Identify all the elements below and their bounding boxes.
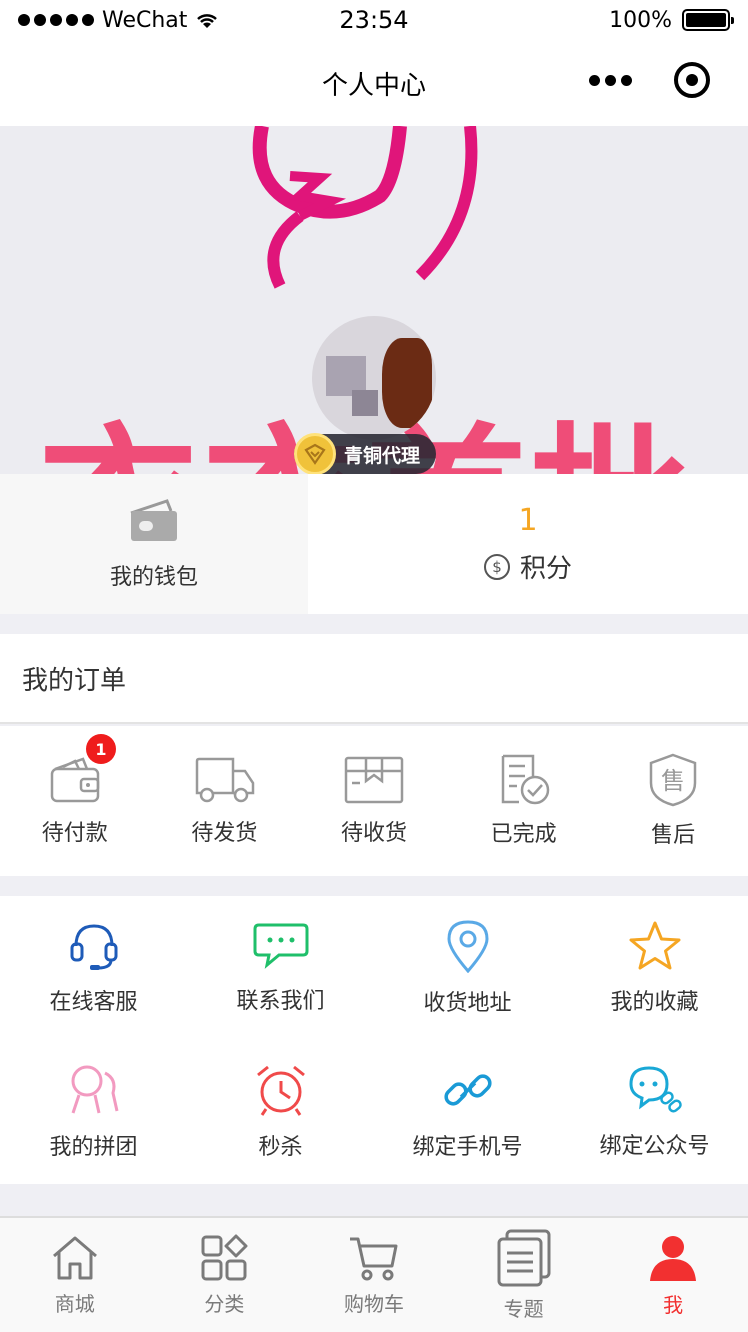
- category-icon: [201, 1234, 248, 1280]
- order-label: 售后: [651, 823, 696, 848]
- service-contact-us[interactable]: 联系我们: [187, 896, 374, 1040]
- order-pending-payment[interactable]: 待付款 1: [0, 726, 150, 876]
- group-icon: [71, 1065, 118, 1114]
- tab-label: 我: [663, 1292, 684, 1317]
- service-online-support[interactable]: 在线客服: [0, 896, 187, 1040]
- service-my-favorites[interactable]: 我的收藏: [561, 896, 748, 1040]
- profile-banner: 衣衣首批 青铜代理: [0, 126, 748, 474]
- service-label: 我的收藏: [610, 990, 699, 1015]
- service-label: 我的拼团: [49, 1135, 138, 1160]
- my-orders-header[interactable]: 我的订单: [0, 634, 748, 724]
- order-after-sales[interactable]: 售 售后: [598, 726, 748, 876]
- points-value: 1: [518, 503, 538, 538]
- points-button[interactable]: 1 $ 积分: [308, 474, 748, 614]
- service-label: 联系我们: [236, 989, 325, 1014]
- close-miniprogram-icon[interactable]: [674, 62, 710, 98]
- page-title: 个人中心: [321, 70, 426, 101]
- order-label: 待收货: [340, 821, 407, 846]
- service-label: 绑定公众号: [599, 1134, 710, 1159]
- service-shipping-address[interactable]: 收货地址: [374, 896, 561, 1040]
- member-level-badge: 青铜代理: [294, 432, 437, 474]
- services-grid: 在线客服 联系我们 收货地址 我的收藏 我的拼团 秒杀 绑定手机号 绑定公众号: [0, 896, 748, 1184]
- tab-label: 专题: [503, 1296, 544, 1321]
- status-bar: WeChat 23:54 100%: [0, 0, 748, 40]
- wallet-icon: [130, 499, 177, 541]
- battery-percent: 100%: [609, 7, 672, 33]
- member-level-label: 青铜代理: [344, 444, 421, 467]
- medal-icon: [294, 432, 336, 474]
- service-label: 秒杀: [258, 1135, 303, 1160]
- wechat-bind-icon: [628, 1066, 682, 1113]
- battery-icon: [682, 9, 734, 31]
- user-icon: [650, 1235, 697, 1281]
- package-icon: [344, 756, 404, 804]
- headset-icon: [70, 924, 117, 970]
- tab-category[interactable]: 分类: [150, 1218, 300, 1332]
- service-label: 绑定手机号: [412, 1135, 523, 1160]
- unpaid-count-badge: 1: [86, 734, 116, 764]
- dollar-icon: $: [483, 553, 510, 580]
- order-completed[interactable]: 已完成: [449, 726, 599, 876]
- order-label: 已完成: [490, 822, 557, 847]
- tab-me[interactable]: 我: [598, 1218, 748, 1332]
- carrier-area: WeChat: [18, 8, 219, 33]
- order-pending-receipt[interactable]: 待收货: [299, 726, 449, 876]
- more-icon[interactable]: [589, 74, 632, 86]
- star-icon: [629, 921, 680, 970]
- tab-label: 商城: [54, 1291, 95, 1316]
- signal-icon: [18, 14, 94, 26]
- tab-topic[interactable]: 专题: [449, 1218, 599, 1332]
- service-bind-official-account[interactable]: 绑定公众号: [561, 1040, 748, 1184]
- carrier-label: WeChat: [102, 7, 188, 33]
- service-my-group-buy[interactable]: 我的拼团: [0, 1040, 187, 1184]
- points-label: 积分: [519, 554, 572, 584]
- miniprogram-capsule: [589, 62, 710, 98]
- home-icon: [52, 1236, 97, 1279]
- service-label: 在线客服: [49, 990, 138, 1015]
- service-label: 收货地址: [423, 991, 512, 1016]
- bottom-tab-bar: 商城 分类 购物车 专题 我: [0, 1216, 748, 1332]
- order-pending-shipment[interactable]: 待发货: [150, 726, 300, 876]
- tab-label: 分类: [204, 1291, 245, 1316]
- truck-icon: [196, 757, 255, 803]
- location-icon: [446, 920, 489, 973]
- wallet-label: 我的钱包: [109, 565, 198, 590]
- chat-icon: [253, 923, 308, 969]
- account-stats: 我的钱包 1 $ 积分: [0, 474, 748, 614]
- service-bind-phone[interactable]: 绑定手机号: [374, 1040, 561, 1184]
- service-flash-sale[interactable]: 秒杀: [187, 1040, 374, 1184]
- topic-icon: [497, 1229, 551, 1286]
- order-label: 待付款: [41, 821, 108, 846]
- wallet-icon: [50, 757, 100, 803]
- avatar[interactable]: [312, 316, 436, 440]
- alarm-clock-icon: [256, 1065, 305, 1116]
- my-orders-title: 我的订单: [22, 665, 127, 696]
- navigation-bar: 个人中心: [0, 40, 748, 126]
- link-icon: [443, 1074, 492, 1106]
- wallet-button[interactable]: 我的钱包: [0, 474, 308, 614]
- completed-doc-icon: [501, 754, 549, 805]
- tab-cart[interactable]: 购物车: [299, 1218, 449, 1332]
- tab-label: 购物车: [343, 1291, 404, 1316]
- wifi-icon: [197, 14, 218, 28]
- shield-icon: 售: [649, 753, 697, 807]
- tab-mall[interactable]: 商城: [0, 1218, 150, 1332]
- svg-text:售: 售: [661, 767, 685, 795]
- order-label: 待发货: [191, 821, 258, 846]
- cart-icon: [349, 1237, 398, 1280]
- order-status-row: 待付款 1 待发货 待收货 已完成 售 售后: [0, 726, 748, 876]
